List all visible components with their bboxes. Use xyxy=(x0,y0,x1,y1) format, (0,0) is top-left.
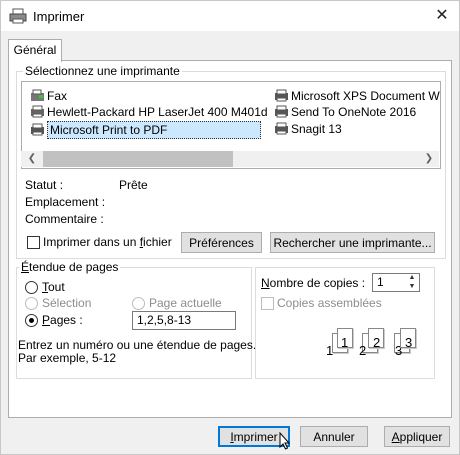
apply-button[interactable]: Appliquer xyxy=(384,426,450,447)
printer-icon xyxy=(275,122,288,135)
pages-label-rest: ages : xyxy=(50,313,83,327)
print-button-rest: mprimer xyxy=(233,430,278,444)
page-range-hint-line1: Entrez un numéro ou une étendue de pages… xyxy=(18,338,257,352)
selection-radio[interactable] xyxy=(25,297,38,310)
print-to-file-label-pre: Imprimer dans un xyxy=(43,235,140,249)
collate-page-number: 1 xyxy=(326,343,334,358)
preferences-button[interactable]: Préférences xyxy=(181,232,262,253)
collate-page-number: 2 xyxy=(359,343,367,358)
scrollbar-thumb[interactable] xyxy=(43,151,233,167)
printer-item-microsoft-print-to-pdf[interactable]: Microsoft Print to PDF xyxy=(30,121,261,139)
printer-icon xyxy=(275,89,288,102)
apply-button-accel: A xyxy=(391,430,400,444)
status-value: Prête xyxy=(119,178,148,192)
copies-label: Nombre de copies : xyxy=(261,276,365,290)
location-label: Emplacement : xyxy=(25,195,106,209)
collate-checkbox[interactable] xyxy=(261,297,274,310)
pages-label: Pages : xyxy=(42,313,83,327)
fax-icon xyxy=(31,89,44,101)
print-to-file-checkbox[interactable] xyxy=(27,236,40,249)
printer-item-snagit[interactable]: Snagit 13 xyxy=(274,121,342,137)
page-range-legend-accel: É xyxy=(21,260,30,274)
printer-item-send-to-onenote[interactable]: Send To OneNote 2016 xyxy=(274,104,416,120)
close-button[interactable]: ✕ xyxy=(425,1,459,31)
pages-label-accel: P xyxy=(42,313,51,327)
collate-label: Copies assemblées xyxy=(277,296,382,310)
pages-radio[interactable] xyxy=(25,314,38,327)
window-title: Imprimer xyxy=(33,9,85,24)
close-icon: ✕ xyxy=(435,7,449,24)
printer-icon xyxy=(275,105,288,118)
current-page-radio[interactable] xyxy=(132,297,145,310)
all-pages-label-rest: out xyxy=(48,280,65,294)
status-label: Statut : xyxy=(25,178,64,192)
spin-down-icon[interactable]: ▼ xyxy=(405,282,419,291)
mouse-cursor-icon xyxy=(279,432,291,450)
selection-label: Sélection xyxy=(42,296,92,310)
print-dialog: Imprimer ✕ Général Sélectionnez une impr… xyxy=(0,0,460,455)
spin-up-icon[interactable]: ▲ xyxy=(405,273,419,282)
apply-button-rest: ppliquer xyxy=(399,430,443,444)
printer-group-legend: Sélectionnez une imprimante xyxy=(23,64,182,78)
page-range-legend: Étendue de pages xyxy=(19,260,121,274)
scroll-left-icon[interactable]: ❮ xyxy=(23,151,41,167)
find-printer-button[interactable]: Rechercher une imprimante... xyxy=(270,232,435,253)
all-pages-radio[interactable] xyxy=(25,281,38,294)
title-bar: Imprimer ✕ xyxy=(1,1,459,31)
tab-general[interactable]: Général xyxy=(8,39,62,62)
scroll-right-icon[interactable]: ❯ xyxy=(420,151,438,167)
printer-icon xyxy=(31,105,44,118)
all-pages-label: Tout xyxy=(42,280,65,294)
radio-selected-dot xyxy=(29,318,34,323)
collate-page-number: 3 xyxy=(405,335,413,350)
copies-label-accel: N xyxy=(261,276,270,290)
page-range-hint-line2: Par exemple, 5-12 xyxy=(18,351,117,365)
printer-item-hp-laserjet[interactable]: Hewlett-Packard HP LaserJet 400 M401d xyxy=(30,104,268,120)
copies-label-rest: ombre de copies : xyxy=(269,276,366,290)
printer-icon xyxy=(9,8,27,24)
collate-page-number: 1 xyxy=(341,335,349,350)
pages-input[interactable]: 1,2,5,8-13 xyxy=(132,311,236,330)
current-page-label: Page actuelle xyxy=(149,296,222,310)
collate-page-number: 2 xyxy=(373,335,381,350)
page-range-legend-rest: tendue de pages xyxy=(29,260,119,274)
print-to-file-label-post: ichier xyxy=(143,235,172,249)
print-to-file-label: Imprimer dans un fichier xyxy=(43,235,172,249)
comment-label: Commentaire : xyxy=(25,212,104,226)
copies-spinner[interactable]: ▲ ▼ xyxy=(405,273,419,292)
printer-item-fax[interactable]: Fax xyxy=(30,88,67,104)
cancel-button[interactable]: Annuler xyxy=(300,426,368,447)
printer-item-microsoft-xps[interactable]: Microsoft XPS Document W xyxy=(274,88,440,104)
printer-icon xyxy=(31,123,44,136)
